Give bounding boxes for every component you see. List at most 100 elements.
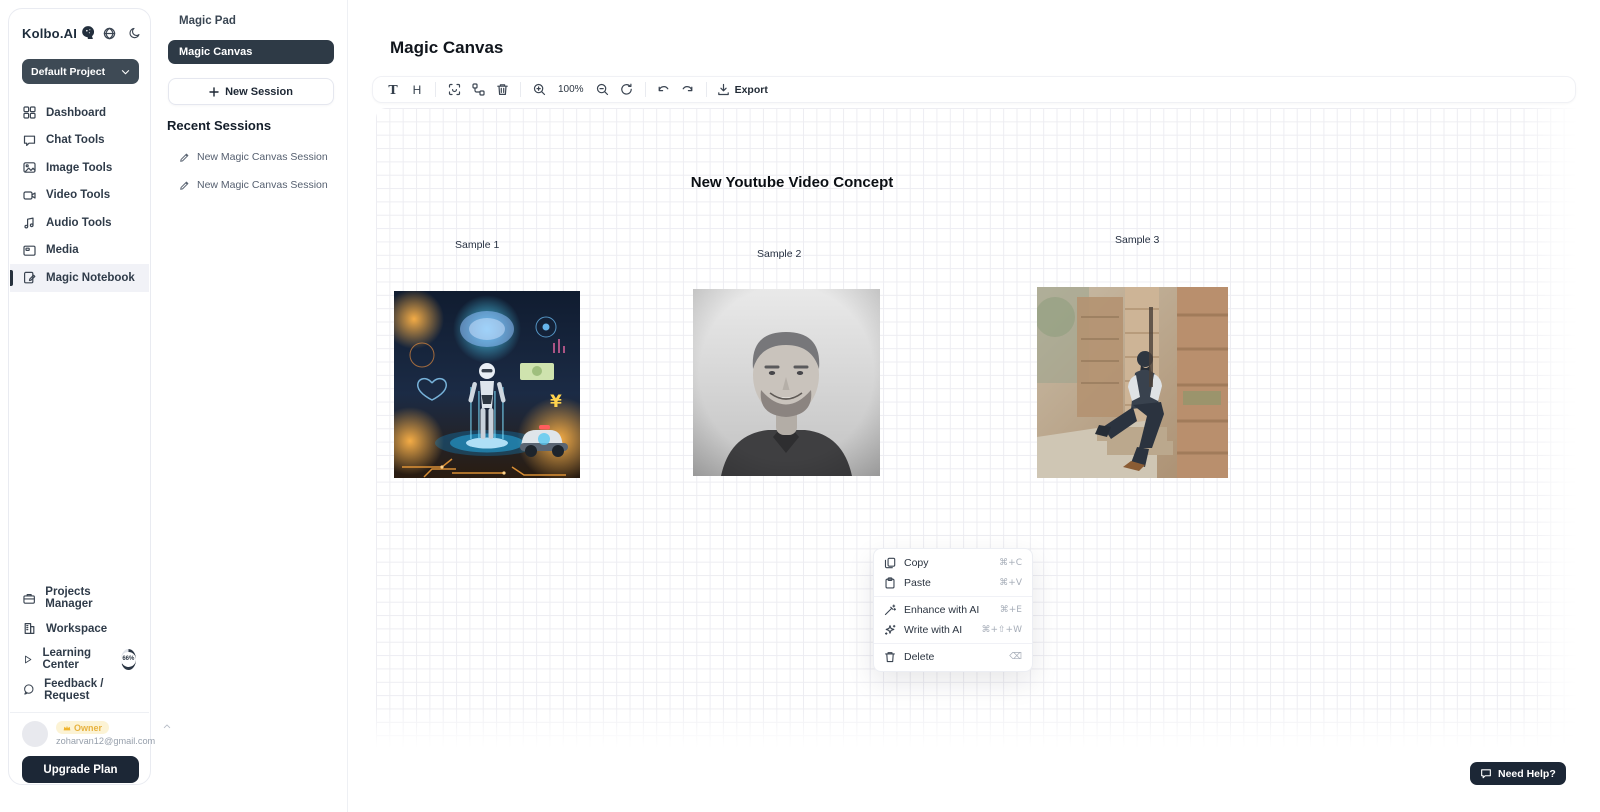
- sample-3-label[interactable]: Sample 3: [1115, 234, 1159, 246]
- building-icon: [23, 622, 36, 635]
- dark-mode-moon-icon[interactable]: [129, 27, 141, 39]
- dashboard-icon: [23, 106, 36, 119]
- session-item-label: New Magic Canvas Session: [197, 151, 328, 163]
- user-account-row[interactable]: Owner zoharvan12@gmail.com: [10, 712, 149, 747]
- context-menu-write-with-ai[interactable]: Write with AI ⌘+⇧+W: [874, 620, 1032, 640]
- sample-2-label[interactable]: Sample 2: [757, 248, 801, 260]
- context-menu-copy[interactable]: Copy ⌘+C: [874, 553, 1032, 573]
- pencil-icon: [179, 180, 190, 191]
- export-button[interactable]: Export: [713, 83, 772, 96]
- sidebar-item-label: Image Tools: [46, 162, 112, 174]
- language-globe-icon[interactable]: [103, 27, 116, 40]
- project-selector-label: Default Project: [31, 66, 105, 78]
- context-menu-label: Write with AI: [904, 624, 962, 636]
- context-menu: Copy ⌘+C Paste ⌘+V Enhance with AI ⌘+E W…: [873, 548, 1033, 672]
- owner-badge-label: Owner: [74, 723, 102, 733]
- sample-1-image[interactable]: ¥: [394, 291, 580, 478]
- sidebar-item-image-tools[interactable]: Image Tools: [10, 154, 149, 182]
- clipboard-icon: [884, 577, 896, 589]
- sidebar-item-video-tools[interactable]: Video Tools: [10, 182, 149, 210]
- trash-icon: [884, 651, 896, 663]
- nav-magic-canvas-label: Magic Canvas: [179, 46, 252, 58]
- copy-icon: [884, 557, 896, 569]
- sidebar-item-learning-center[interactable]: Learning Center 66%: [10, 644, 149, 675]
- context-menu-label: Enhance with AI: [904, 604, 979, 616]
- sidebar-item-label: Projects Manager: [45, 586, 136, 610]
- magic-canvas-surface[interactable]: New Youtube Video Concept Sample 1 Sampl…: [376, 108, 1577, 748]
- session-item[interactable]: New Magic Canvas Session: [179, 151, 328, 163]
- context-menu-paste[interactable]: Paste ⌘+V: [874, 573, 1032, 593]
- toolbar-divider: [435, 82, 436, 97]
- sessions-panel: Magic Pad Magic Canvas New Session Recen…: [153, 0, 348, 812]
- sidebar-item-media[interactable]: Media: [10, 237, 149, 265]
- delete-tool-button[interactable]: [490, 79, 514, 100]
- sidebar-item-audio-tools[interactable]: Audio Tools: [10, 209, 149, 237]
- nav-magic-canvas-selected[interactable]: Magic Canvas: [168, 40, 334, 64]
- need-help-label: Need Help?: [1498, 768, 1556, 780]
- sample-1-label[interactable]: Sample 1: [455, 239, 499, 251]
- sidebar-item-label: Feedback / Request: [44, 678, 136, 702]
- zoom-in-button[interactable]: [527, 79, 551, 100]
- new-session-label: New Session: [225, 86, 293, 98]
- context-menu-delete[interactable]: Delete ⌫: [874, 647, 1032, 667]
- context-menu-enhance-with-ai[interactable]: Enhance with AI ⌘+E: [874, 600, 1032, 620]
- session-item-label: New Magic Canvas Session: [197, 179, 328, 191]
- chevron-down-icon: [121, 68, 130, 76]
- context-menu-label: Paste: [904, 577, 931, 589]
- nav-magic-pad[interactable]: Magic Pad: [179, 15, 236, 27]
- context-menu-divider: [874, 643, 1032, 644]
- new-session-button[interactable]: New Session: [168, 78, 334, 105]
- sidebar-item-label: Dashboard: [46, 107, 106, 119]
- sidebar-item-workspace[interactable]: Workspace: [10, 614, 149, 645]
- upgrade-plan-button[interactable]: Upgrade Plan: [22, 756, 139, 783]
- canvas-heading[interactable]: New Youtube Video Concept: [542, 174, 1042, 191]
- chat-icon: [23, 134, 36, 147]
- learning-progress-ring: 66%: [121, 649, 136, 670]
- sidebar-item-feedback-request[interactable]: Feedback / Request: [10, 675, 149, 706]
- avatar: [22, 721, 48, 747]
- canvas-bottom-fade: [376, 706, 1577, 748]
- sidebar-item-magic-notebook[interactable]: Magic Notebook: [10, 264, 149, 292]
- toolbar-divider: [706, 82, 707, 97]
- session-item[interactable]: New Magic Canvas Session: [179, 179, 328, 191]
- zoom-out-button[interactable]: [591, 79, 615, 100]
- reset-view-button[interactable]: [615, 79, 639, 100]
- context-menu-shortcut: ⌘+E: [1000, 605, 1022, 615]
- download-icon: [717, 83, 730, 96]
- music-note-icon: [23, 216, 36, 229]
- canvas-toolbar: T H 100% Export: [372, 76, 1576, 103]
- undo-button[interactable]: [652, 79, 676, 100]
- play-icon: [23, 653, 32, 666]
- recent-sessions-title: Recent Sessions: [167, 118, 271, 133]
- toolbar-divider: [645, 82, 646, 97]
- crown-icon: [63, 724, 71, 732]
- sidebar-item-label: Learning Center: [42, 647, 106, 671]
- text-tool-button[interactable]: T: [381, 79, 405, 100]
- context-menu-label: Copy: [904, 557, 929, 569]
- media-icon: [23, 244, 36, 257]
- face-scan-tool-button[interactable]: [442, 79, 466, 100]
- brand-logo: Kolbo.AI: [22, 26, 77, 41]
- sidebar-bottom-nav: Projects Manager Workspace Learning Cent…: [10, 583, 149, 705]
- feedback-bubble-icon: [23, 683, 34, 696]
- redo-button[interactable]: [676, 79, 700, 100]
- zoom-level-value[interactable]: 100%: [558, 84, 584, 95]
- briefcase-icon: [23, 592, 35, 605]
- pencil-icon: [179, 152, 190, 163]
- sidebar-item-label: Media: [46, 244, 79, 256]
- project-selector[interactable]: Default Project: [22, 59, 139, 84]
- sidebar-item-dashboard[interactable]: Dashboard: [10, 99, 149, 127]
- workflow-tool-button[interactable]: [466, 79, 490, 100]
- need-help-button[interactable]: Need Help?: [1470, 762, 1566, 785]
- upgrade-plan-label: Upgrade Plan: [43, 764, 117, 776]
- sample-3-image[interactable]: [1037, 287, 1228, 478]
- sample-2-image[interactable]: [693, 289, 880, 476]
- sidebar-item-projects-manager[interactable]: Projects Manager: [10, 583, 149, 614]
- brand-head-icon: [80, 25, 96, 41]
- sidebar-item-label: Magic Notebook: [46, 272, 135, 284]
- sidebar-item-chat-tools[interactable]: Chat Tools: [10, 127, 149, 155]
- heading-tool-button[interactable]: H: [405, 79, 429, 100]
- sidebar-item-label: Video Tools: [46, 189, 110, 201]
- chevron-up-icon: [163, 723, 171, 747]
- sidebar-item-label: Audio Tools: [46, 217, 112, 229]
